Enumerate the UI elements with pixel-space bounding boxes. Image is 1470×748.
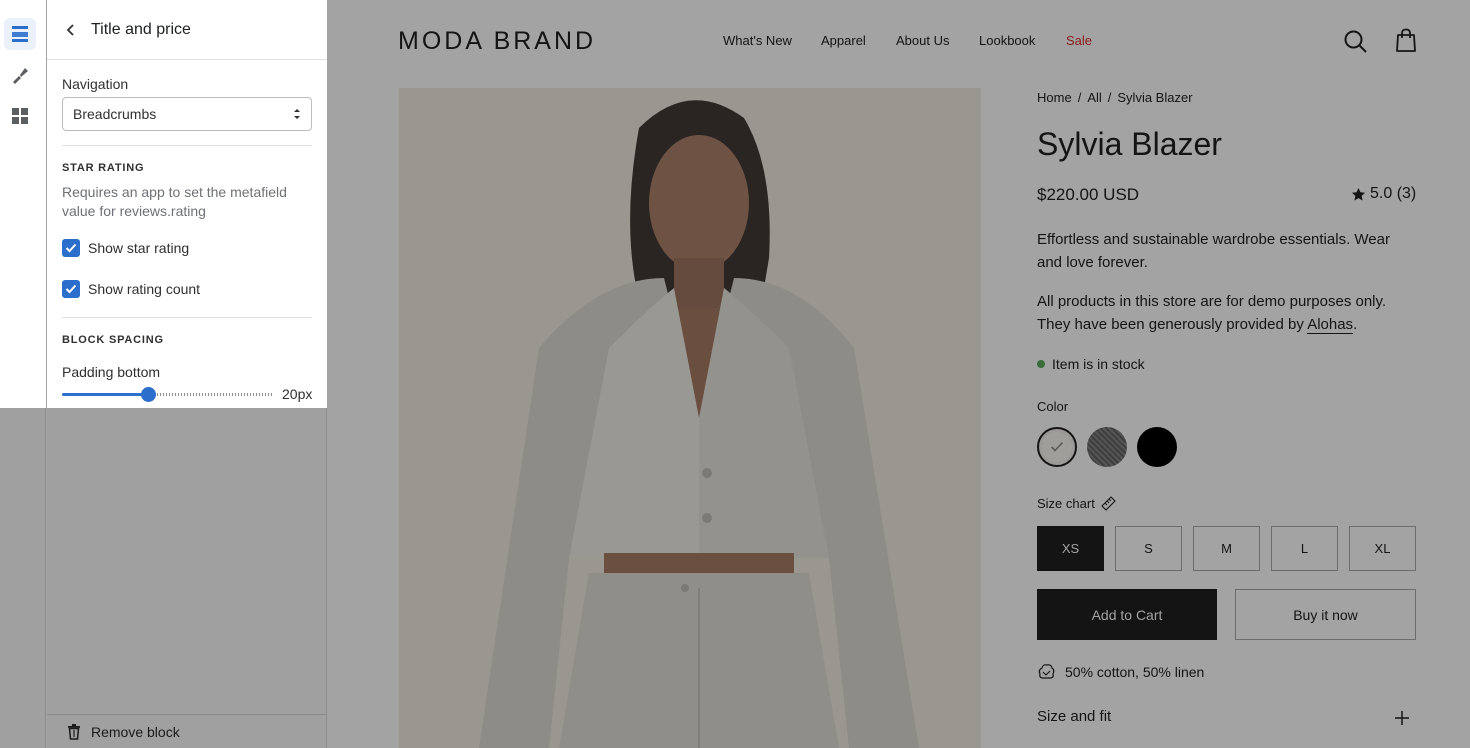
color-swatch-tweed[interactable]	[1087, 427, 1127, 467]
panel-header: Title and price	[47, 0, 327, 60]
color-swatch-white[interactable]	[1037, 427, 1077, 467]
navigation-select[interactable]: Breadcrumbs	[62, 97, 312, 131]
theme-settings-icon[interactable]	[4, 59, 36, 91]
app-embeds-icon[interactable]	[4, 100, 36, 132]
size-option-l[interactable]: L	[1271, 526, 1338, 571]
select-arrows-icon	[294, 109, 300, 119]
product-rating[interactable]: 5.0 (3)	[1351, 185, 1416, 203]
color-swatch-black[interactable]	[1137, 427, 1177, 467]
breadcrumb-home[interactable]: Home	[1037, 90, 1072, 105]
show-rating-count-checkbox[interactable]: Show rating count	[62, 280, 200, 298]
nav-apparel[interactable]: Apparel	[821, 33, 866, 48]
divider	[62, 145, 312, 146]
breadcrumb-all[interactable]: All	[1087, 90, 1101, 105]
padding-bottom-value: 20px	[282, 386, 313, 402]
slider-fill	[62, 393, 148, 396]
show-star-rating-label: Show star rating	[88, 240, 190, 256]
size-and-fit-accordion[interactable]: Size and fit	[1037, 708, 1417, 725]
alohas-link[interactable]: Alohas	[1307, 316, 1354, 334]
nav-about-us[interactable]: About Us	[896, 33, 949, 48]
navigation-label: Navigation	[62, 76, 129, 92]
breadcrumb-separator: /	[1107, 90, 1112, 105]
product-price: $220.00 USD	[1037, 185, 1140, 204]
checkmark-icon	[62, 239, 80, 257]
plus-icon	[1395, 711, 1409, 725]
size-option-m[interactable]: M	[1193, 526, 1260, 571]
stock-status: Item is in stock	[1037, 356, 1145, 372]
slider-track-dots	[154, 393, 274, 396]
nav-lookbook[interactable]: Lookbook	[979, 33, 1035, 48]
size-chart-label: Size chart	[1037, 496, 1095, 511]
star-icon	[1351, 187, 1366, 200]
editor-icon-rail-top	[0, 0, 46, 408]
size-option-xl[interactable]: XL	[1349, 526, 1416, 571]
breadcrumb: Home / All / Sylvia Blazer	[1037, 90, 1199, 105]
ruler-icon	[1101, 496, 1116, 511]
sections-icon[interactable]	[4, 18, 36, 50]
show-rating-count-label: Show rating count	[88, 281, 201, 297]
fabric-icon	[1038, 664, 1055, 679]
trash-icon	[68, 723, 80, 740]
remove-block-button[interactable]: Remove block	[47, 714, 327, 748]
back-arrow-icon[interactable]	[61, 20, 81, 40]
color-label: Color	[1037, 399, 1069, 414]
panel-title: Title and price	[91, 20, 191, 38]
settings-panel: Title and price Navigation Breadcrumbs S…	[47, 0, 327, 408]
material-text: 50% cotton, 50% linen	[1065, 663, 1205, 680]
stock-text: Item is in stock	[1052, 356, 1145, 372]
selected-check-icon	[1042, 432, 1072, 462]
block-spacing-heading: BLOCK SPACING	[62, 334, 164, 346]
padding-bottom-slider[interactable]	[62, 387, 274, 402]
product-description: Effortless and sustainable wardrobe esse…	[1037, 231, 1390, 271]
product-demo-note: All products in this store are for demo …	[1037, 290, 1409, 336]
slider-thumb[interactable]	[141, 387, 156, 402]
show-star-rating-checkbox[interactable]: Show star rating	[62, 239, 189, 257]
rating-value: 5.0 (3)	[1370, 185, 1417, 202]
accordion-title: Size and fit	[1037, 708, 1112, 725]
buy-now-button[interactable]: Buy it now	[1235, 589, 1416, 640]
nav-sale[interactable]: Sale	[1066, 33, 1092, 48]
size-option-s[interactable]: S	[1115, 526, 1182, 571]
size-option-xs[interactable]: XS	[1037, 526, 1104, 571]
product-image[interactable]	[399, 88, 981, 748]
shopping-bag-icon[interactable]	[1395, 28, 1417, 53]
star-rating-help: Requires an app to set the metafield val…	[62, 184, 287, 219]
brand-logo[interactable]: MODA BRAND	[398, 27, 596, 56]
divider	[62, 317, 312, 318]
remove-block-label: Remove block	[91, 723, 180, 740]
navigation-select-value: Breadcrumbs	[73, 106, 157, 122]
product-title: Sylvia Blazer	[1037, 126, 1222, 162]
checkmark-icon	[62, 280, 80, 298]
demo-note-suffix: .	[1353, 316, 1358, 333]
breadcrumb-separator: /	[1077, 90, 1082, 105]
nav-whats-new[interactable]: What's New	[723, 33, 792, 48]
in-stock-dot-icon	[1037, 360, 1045, 368]
material-info: 50% cotton, 50% linen	[1037, 662, 1204, 681]
star-rating-heading: STAR RATING	[62, 162, 145, 174]
size-chart-link[interactable]: Size chart	[1037, 496, 1116, 511]
breadcrumb-current: Sylvia Blazer	[1117, 90, 1193, 105]
add-to-cart-button[interactable]: Add to Cart	[1037, 589, 1217, 640]
padding-bottom-label: Padding bottom	[62, 364, 161, 380]
search-icon[interactable]	[1343, 29, 1368, 54]
